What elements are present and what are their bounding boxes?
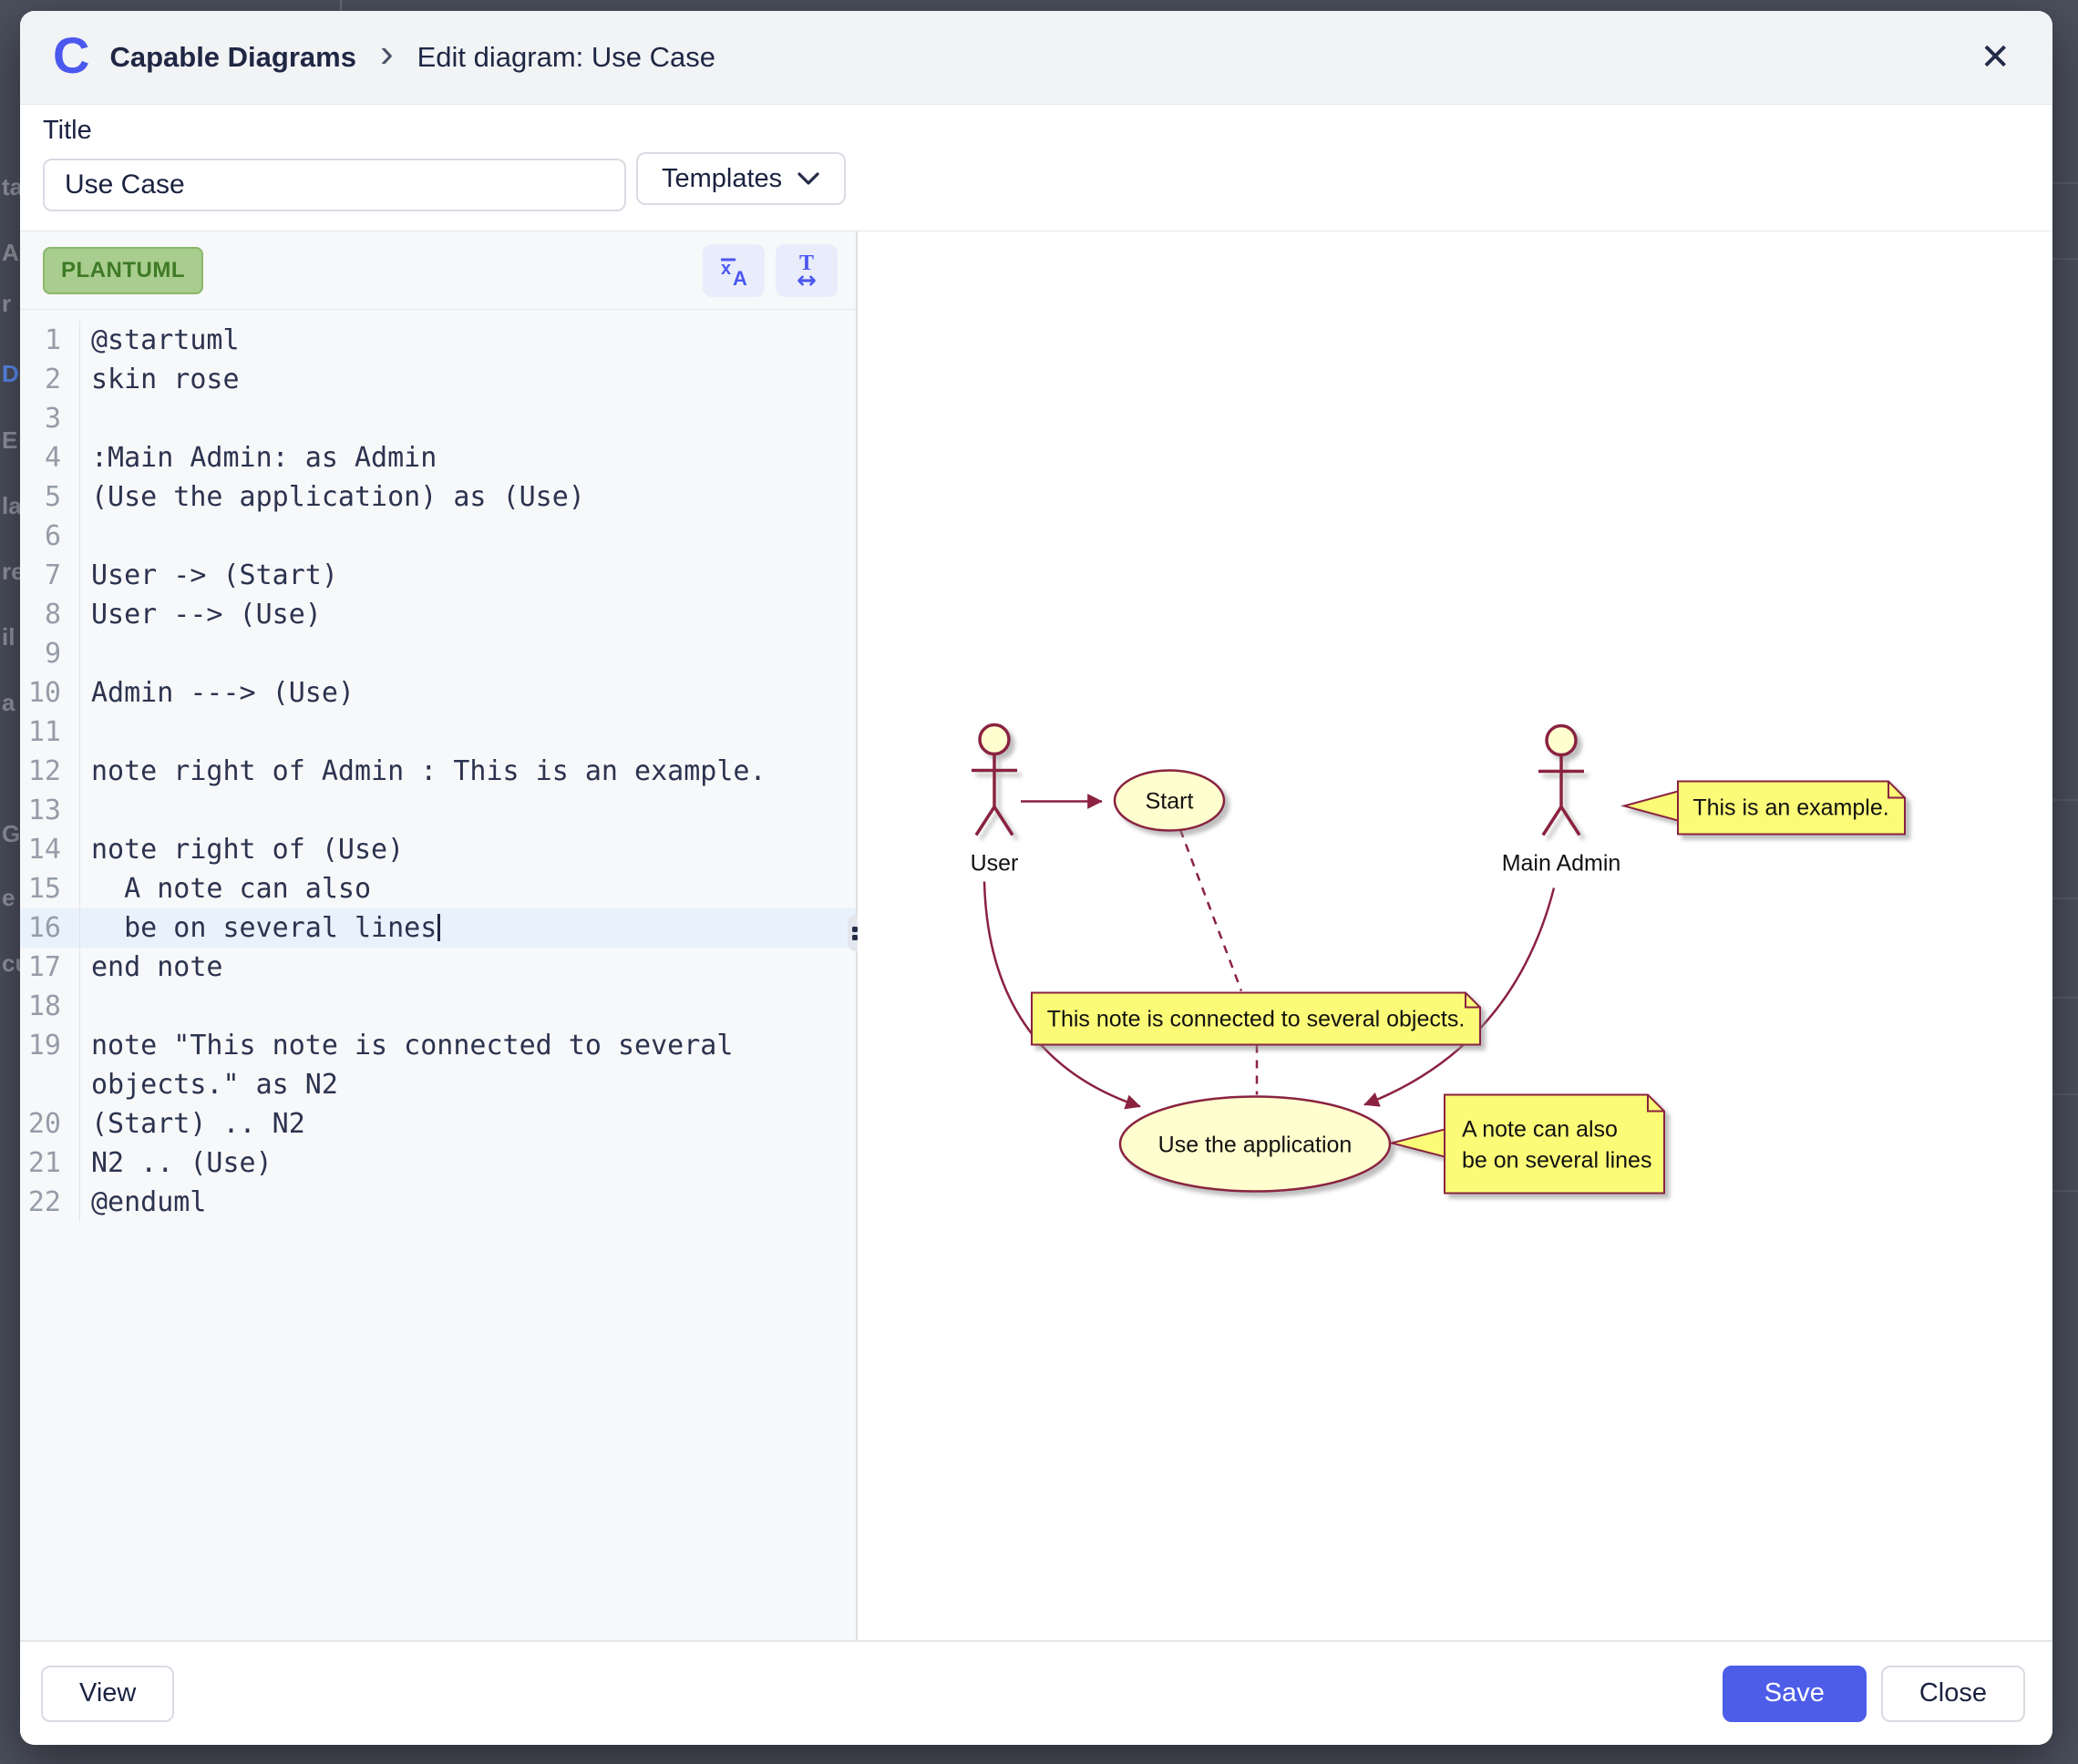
translate-icon: x A: [715, 252, 752, 289]
usecase-use-label: Use the application: [1158, 1133, 1353, 1158]
code-line[interactable]: 12note right of Admin : This is an examp…: [20, 752, 856, 791]
actor-admin-label: Main Admin: [1502, 851, 1621, 877]
code-line[interactable]: 18: [20, 987, 856, 1026]
code-line[interactable]: 10Admin ---> (Use): [20, 673, 856, 713]
text-width-icon: T ↔: [788, 251, 825, 290]
language-badge: PLANTUML: [43, 247, 203, 294]
breadcrumb-page-title: Edit diagram: Use Case: [417, 41, 715, 74]
svg-text:↔: ↔: [797, 267, 817, 290]
actor-user-label: User: [971, 851, 1019, 877]
actor-user: [972, 725, 1017, 836]
code-line[interactable]: 19note "This note is connected to severa…: [20, 1026, 856, 1104]
edge-start-note-dashed: [1180, 830, 1241, 991]
code-line[interactable]: 3: [20, 399, 856, 438]
code-line[interactable]: 8User --> (Use): [20, 595, 856, 634]
code-line[interactable]: 22@enduml: [20, 1183, 856, 1222]
backdrop-fragment: il: [2, 623, 15, 651]
templates-button[interactable]: Templates: [636, 152, 846, 205]
code-line[interactable]: 5(Use the application) as (Use): [20, 477, 856, 517]
app-logo-icon: C: [53, 30, 89, 81]
view-button[interactable]: View: [41, 1666, 174, 1722]
code-line[interactable]: 2skin rose: [20, 360, 856, 399]
svg-text:x: x: [721, 259, 731, 279]
usecase-start-label: Start: [1146, 789, 1194, 815]
close-icon[interactable]: ✕: [1974, 34, 2016, 81]
translate-button[interactable]: x A: [703, 244, 765, 297]
chevron-down-icon: [797, 170, 820, 187]
editor-toolbar: PLANTUML x A T ↔: [20, 231, 856, 310]
modal-content: PLANTUML x A T ↔: [20, 231, 2052, 1640]
brand-name: Capable Diagrams: [109, 41, 356, 74]
code-line[interactable]: 17end note: [20, 948, 856, 987]
code-line[interactable]: 1@startuml: [20, 321, 856, 360]
code-line[interactable]: 9: [20, 634, 856, 673]
code-line[interactable]: 14note right of (Use): [20, 830, 856, 869]
code-line[interactable]: 4:Main Admin: as Admin: [20, 438, 856, 477]
svg-text:A: A: [733, 267, 747, 289]
backdrop-fragment: e: [2, 884, 15, 912]
backdrop-row-line: [2052, 258, 2078, 260]
backdrop-fragment: a: [2, 689, 15, 717]
templates-button-label: Templates: [662, 164, 782, 194]
save-button[interactable]: Save: [1723, 1666, 1867, 1722]
backdrop-row-line: [2052, 897, 2078, 899]
backdrop-fragment: r: [2, 290, 11, 318]
backdrop-row-line: [2052, 1190, 2078, 1192]
text-caret: [437, 914, 440, 941]
title-input[interactable]: [43, 159, 626, 211]
note-n2-text: This note is connected to several object…: [1047, 1007, 1466, 1032]
note-multiline-text-1: A note can also: [1462, 1117, 1618, 1143]
title-label: Title: [43, 116, 2052, 146]
close-button[interactable]: Close: [1881, 1666, 2025, 1722]
code-line[interactable]: 13: [20, 791, 856, 830]
modal-header: C Capable Diagrams › Edit diagram: Use C…: [20, 11, 2052, 105]
code-line[interactable]: 15 A note can also: [20, 869, 856, 908]
code-line[interactable]: 7User -> (Start): [20, 556, 856, 595]
title-section: Title Templates: [20, 105, 2052, 231]
note-multiline: [1392, 1095, 1664, 1194]
editor-pane: PLANTUML x A T ↔: [20, 231, 858, 1640]
backdrop-divider: [340, 0, 342, 11]
edit-diagram-modal: C Capable Diagrams › Edit diagram: Use C…: [20, 11, 2052, 1745]
text-width-button[interactable]: T ↔: [776, 244, 838, 297]
backdrop-row-line: [2052, 997, 2078, 999]
code-line-active[interactable]: 16 be on several lines: [20, 908, 856, 948]
diagram-preview: User Main Admin Start: [858, 231, 2052, 1640]
backdrop-fragment: D: [2, 360, 19, 388]
code-line[interactable]: 21N2 .. (Use): [20, 1144, 856, 1183]
backdrop-row-line: [2052, 1093, 2078, 1095]
footer-actions: Save Close: [1723, 1666, 2025, 1722]
backdrop-row-line: [2052, 799, 2078, 801]
note-example-text: This is an example.: [1692, 795, 1888, 821]
usecase-diagram: User Main Admin Start: [858, 231, 2052, 1640]
backdrop-fragment: E: [2, 426, 17, 455]
backdrop-row-line: [2052, 182, 2078, 184]
code-line[interactable]: 20(Start) .. N2: [20, 1104, 856, 1144]
backdrop-fragment: la: [2, 492, 22, 520]
note-multiline-text-2: be on several lines: [1462, 1148, 1651, 1174]
modal-footer: View Save Close: [20, 1640, 2052, 1745]
actor-main-admin: [1538, 726, 1584, 836]
code-line[interactable]: 11: [20, 713, 856, 752]
code-editor[interactable]: 1@startuml 2skin rose 3 4:Main Admin: as…: [20, 310, 856, 1640]
code-line[interactable]: 6: [20, 517, 856, 556]
